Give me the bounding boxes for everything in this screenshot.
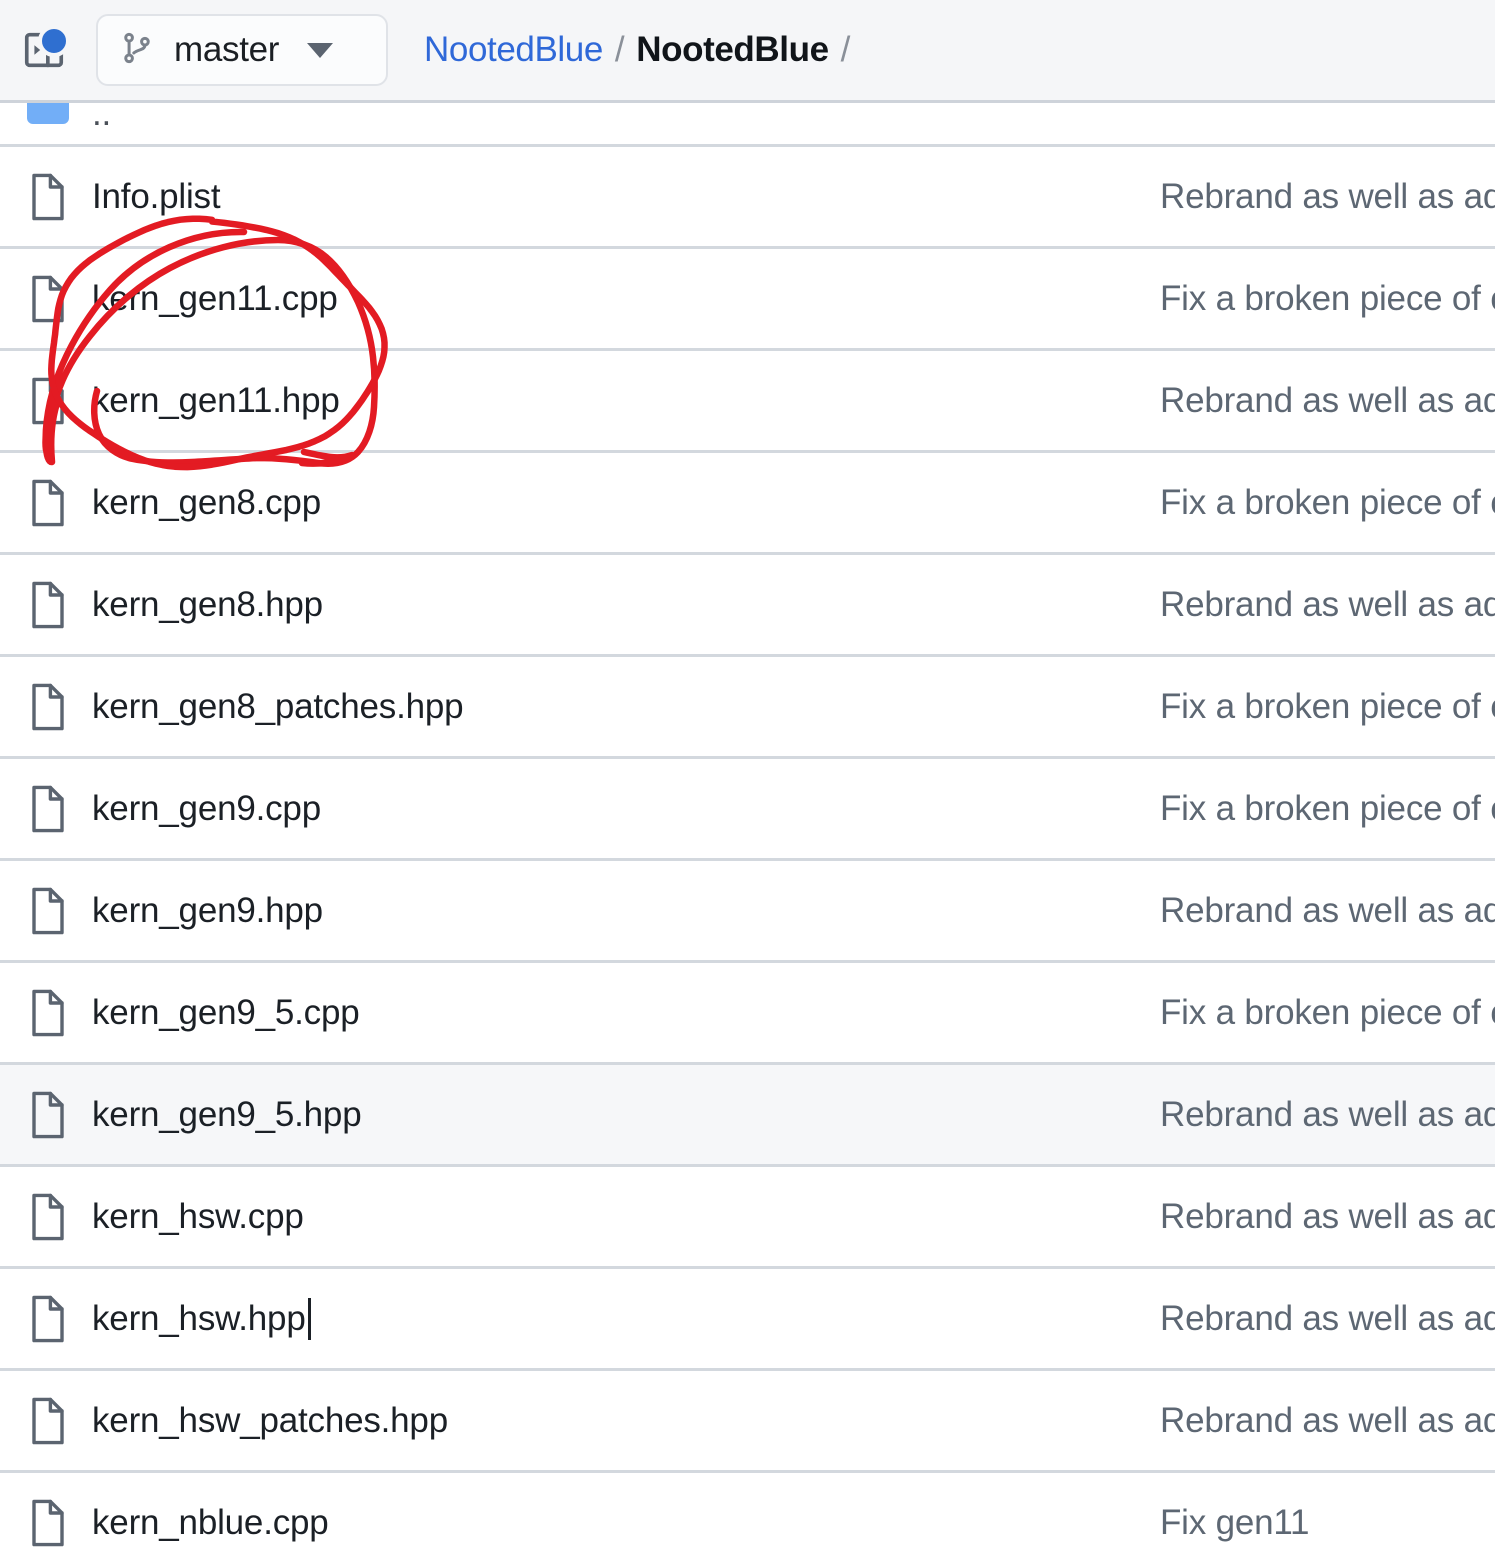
commit-message[interactable]: Fix a broken piece of co [1130,993,1495,1033]
branch-name-label: master [174,30,280,69]
commit-message[interactable]: Rebrand as well as add [1130,891,1495,931]
breadcrumb-separator: / [614,30,625,69]
file-name-label[interactable]: kern_gen9_5.hpp [90,1095,1130,1135]
file-name-label: .. [92,103,112,133]
text-cursor [307,1297,311,1340]
file-icon [0,581,90,629]
file-name-label[interactable]: kern_gen11.cpp [90,279,1130,319]
file-icon [0,989,90,1037]
file-row[interactable]: kern_hsw.hpp Rebrand as well as add [0,1269,1495,1371]
file-row[interactable]: kern_hsw_patches.hpp Rebrand as well as a… [0,1371,1495,1473]
file-list: .. Info.plist Rebrand as well as add kern… [0,103,1495,1551]
file-row[interactable]: kern_nblue.cpp Fix gen11 [0,1473,1495,1551]
file-icon [0,1193,90,1241]
file-name-label[interactable]: kern_gen8_patches.hpp [90,687,1130,727]
commit-message[interactable]: Fix a broken piece of co [1130,789,1495,829]
commit-message[interactable]: Rebrand as well as add [1130,585,1495,625]
commit-message[interactable]: Rebrand as well as add [1130,381,1495,421]
commit-message[interactable]: Fix a broken piece of co [1130,279,1495,319]
file-name-label[interactable]: kern_gen9.cpp [90,789,1130,829]
file-row[interactable]: kern_gen8.cpp Fix a broken piece of co [0,453,1495,555]
chevron-down-icon[interactable] [307,42,334,58]
file-row-parent-directory[interactable]: .. [0,103,1495,147]
file-row[interactable]: kern_gen9_5.cpp Fix a broken piece of co [0,963,1495,1065]
file-name-label[interactable]: kern_gen11.hpp [90,381,1130,421]
file-name-label[interactable]: kern_hsw_patches.hpp [90,1401,1130,1441]
file-row[interactable]: kern_gen9.hpp Rebrand as well as add [0,861,1495,963]
file-name-label[interactable]: kern_gen9_5.cpp [90,993,1130,1033]
file-name-label[interactable]: Info.plist [90,177,1130,217]
file-name-label[interactable]: kern_hsw.cpp [90,1197,1130,1237]
file-icon [0,1397,90,1445]
file-icon [0,173,90,221]
file-icon [0,1295,90,1343]
toolbar: master NootedBlue / NootedBlue / [0,0,1495,103]
commit-message[interactable]: Rebrand as well as add [1130,1299,1495,1339]
commit-message[interactable]: Fix gen11 [1130,1503,1495,1543]
commit-message[interactable]: Rebrand as well as add [1130,1197,1495,1237]
file-rows: Info.plist Rebrand as well as add kern_ge… [0,147,1495,1551]
file-icon [0,1499,90,1547]
breadcrumb-item-repo[interactable]: NootedBlue [636,30,829,70]
file-row[interactable]: kern_gen9_5.hpp Rebrand as well as add [0,1065,1495,1167]
file-row[interactable]: kern_gen8.hpp Rebrand as well as add [0,555,1495,657]
commit-message[interactable]: Rebrand as well as add [1130,177,1495,217]
file-icon [0,1091,90,1139]
file-icon [0,785,90,833]
file-name-label[interactable]: kern_gen9.hpp [90,891,1130,931]
file-row[interactable]: kern_gen9.cpp Fix a broken piece of co [0,759,1495,861]
file-name-label[interactable]: kern_gen8.cpp [90,483,1130,523]
file-name-label[interactable]: kern_gen8.hpp [90,585,1130,625]
breadcrumb: NootedBlue / NootedBlue / [424,30,862,70]
file-row[interactable]: kern_gen8_patches.hpp Fix a broken piece … [0,657,1495,759]
file-name-label[interactable]: kern_nblue.cpp [90,1503,1130,1543]
open-preview-to-side-button[interactable] [18,24,70,76]
folder-icon [0,103,90,144]
breadcrumb-item-owner[interactable]: NootedBlue [424,30,603,70]
commit-message[interactable]: Rebrand as well as add [1130,1401,1495,1441]
git-branch-icon [118,29,156,72]
file-icon [0,683,90,731]
unread-dot-badge-icon [38,25,70,57]
commit-message[interactable]: Fix a broken piece of co [1130,483,1495,523]
file-row[interactable]: Info.plist Rebrand as well as add [0,147,1495,249]
file-row[interactable]: kern_gen11.cpp Fix a broken piece of co [0,249,1495,351]
file-name-label[interactable]: kern_hsw.hpp [90,1297,1130,1340]
file-icon [0,479,90,527]
commit-message[interactable]: Rebrand as well as add [1130,1095,1495,1135]
file-icon [0,887,90,935]
file-row[interactable]: kern_gen11.hpp Rebrand as well as add [0,351,1495,453]
file-row[interactable]: kern_hsw.cpp Rebrand as well as add [0,1167,1495,1269]
branch-selector[interactable]: master [96,14,388,86]
commit-message[interactable]: Fix a broken piece of co [1130,687,1495,727]
file-icon [0,377,90,425]
file-icon [0,275,90,323]
breadcrumb-separator-trailing: / [840,30,851,69]
